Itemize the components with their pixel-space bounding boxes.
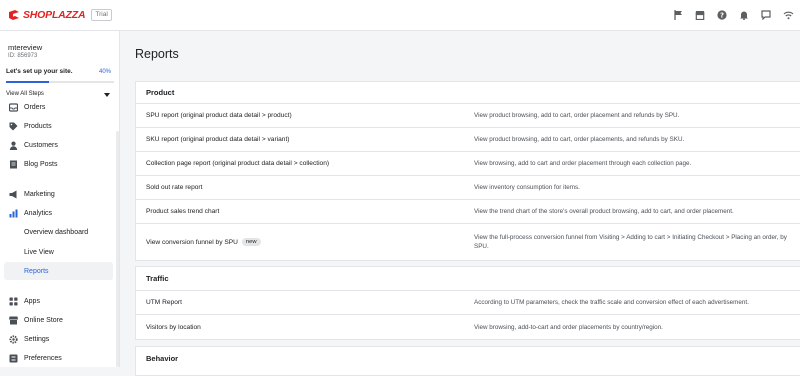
report-row-spu[interactable]: SPU report (original product data detail… <box>136 104 800 128</box>
report-row-sold-out[interactable]: Sold out rate report View inventory cons… <box>136 176 800 200</box>
sidebar-item-label: Apps <box>24 297 40 305</box>
sidebar-item-label: Settings <box>24 335 50 343</box>
report-description: View browsing, add-to-cart and order pla… <box>474 323 663 331</box>
sidebar-item-blog-posts[interactable]: Blog Posts <box>0 155 113 173</box>
person-icon <box>8 140 18 150</box>
orders-icon <box>8 102 18 112</box>
store-id: ID: 856973 <box>8 53 38 59</box>
trial-badge: Trial <box>91 9 112 21</box>
report-description: View product browsing, add to cart, orde… <box>474 112 680 119</box>
setup-progress-bar <box>6 81 114 83</box>
report-row-conversion-funnel[interactable]: View conversion funnel by SPU new View t… <box>136 224 800 260</box>
report-name[interactable]: SPU report (original product data detail… <box>146 112 474 119</box>
store-icon[interactable] <box>694 8 706 22</box>
sidebar-item-preferences[interactable]: Preferences <box>0 349 113 367</box>
product-section: Product SPU report (original product dat… <box>135 81 800 261</box>
page-title: Reports <box>135 47 179 61</box>
report-name[interactable]: Collection page report (original product… <box>146 160 474 167</box>
sidebar-item-products[interactable]: Products <box>0 117 113 135</box>
sidebar-item-label: Customers <box>24 141 58 149</box>
preferences-icon <box>8 353 18 363</box>
sidebar-item-label: Orders <box>24 103 46 111</box>
sidebar-item-label: Blog Posts <box>24 160 58 168</box>
sidebar-item-label: Live View <box>24 248 54 256</box>
report-row-sku[interactable]: SKU report (original product data detail… <box>136 128 800 152</box>
report-row-sales-trend[interactable]: Product sales trend chart View the trend… <box>136 200 800 224</box>
sidebar-item-label: Overview dashboard <box>24 228 89 236</box>
setup-percent: 40% <box>99 69 112 75</box>
report-name[interactable]: SKU report (original product data detail… <box>146 136 474 143</box>
section-title: Behavior <box>146 353 179 363</box>
sidebar-item-label: Marketing <box>24 190 55 198</box>
apps-icon <box>8 296 18 306</box>
report-name[interactable]: Product sales trend chart <box>146 208 474 215</box>
main-content: Reports Product SPU report (original pro… <box>120 31 800 376</box>
report-name[interactable]: Visitors by location <box>146 324 474 331</box>
section-title: Traffic <box>136 267 800 291</box>
report-description: According to UTM parameters, check the t… <box>474 299 749 306</box>
report-row-utm[interactable]: UTM Report According to UTM parameters, … <box>136 291 800 315</box>
sidebar-item-settings[interactable]: Settings <box>0 330 113 348</box>
document-icon <box>8 159 18 169</box>
bar-chart-icon <box>8 208 18 218</box>
top-icons: ? <box>672 8 794 22</box>
setup-label: Let's set up your site. <box>6 68 73 75</box>
report-description: View browsing, add to cart and order pla… <box>474 160 692 167</box>
report-row-visitors-location[interactable]: Visitors by location View browsing, add-… <box>136 315 800 339</box>
store-name[interactable]: mtereview <box>8 43 42 52</box>
flag-icon[interactable] <box>672 8 684 22</box>
top-bar: SHOPLAZZA Trial ? <box>0 0 800 31</box>
sidebar-item-reports[interactable]: Reports <box>4 262 113 280</box>
logo-mark-icon <box>8 9 20 21</box>
sidebar-item-customers[interactable]: Customers <box>0 136 113 154</box>
traffic-section: Traffic UTM Report According to UTM para… <box>135 266 800 340</box>
bell-icon[interactable] <box>738 8 750 22</box>
report-name-wrap[interactable]: View conversion funnel by SPU new <box>146 238 474 246</box>
sidebar-item-marketing[interactable]: Marketing <box>0 185 113 203</box>
store-icon <box>8 315 18 325</box>
report-row-collection[interactable]: Collection page report (original product… <box>136 152 800 176</box>
setup-progress-fill <box>6 81 50 83</box>
brand-name: SHOPLAZZA <box>23 9 86 21</box>
section-title: Product <box>136 82 800 104</box>
report-description: View inventory consumption for items. <box>474 184 580 191</box>
sidebar-item-online-store[interactable]: Online Store <box>0 311 113 329</box>
sidebar-item-label: Analytics <box>24 209 53 217</box>
new-badge: new <box>241 238 261 246</box>
view-all-steps-link[interactable]: View All Steps <box>6 91 44 97</box>
logo[interactable]: SHOPLAZZA <box>8 9 86 21</box>
chat-icon[interactable] <box>760 8 772 22</box>
help-icon[interactable]: ? <box>716 8 728 22</box>
sidebar-scrollbar[interactable] <box>116 131 119 367</box>
gear-icon <box>8 334 18 344</box>
report-name[interactable]: View conversion funnel by SPU <box>146 239 238 246</box>
megaphone-icon <box>8 189 18 199</box>
report-description: View the trend chart of the store's over… <box>474 208 734 215</box>
behavior-section: Behavior <box>135 346 800 376</box>
sidebar-item-analytics[interactable]: Analytics <box>0 204 113 222</box>
sidebar: mtereview ID: 856973 Let's set up your s… <box>0 31 120 367</box>
sidebar-item-label: Preferences <box>24 354 62 362</box>
report-description: View product browsing, add to cart, orde… <box>474 136 685 143</box>
svg-text:?: ? <box>720 12 724 20</box>
sidebar-item-live-view[interactable]: Live View <box>0 243 113 261</box>
tag-icon <box>8 121 18 131</box>
wifi-icon[interactable] <box>782 8 794 22</box>
report-description: View the full-process conversion funnel … <box>474 234 787 250</box>
sidebar-item-apps[interactable]: Apps <box>0 292 113 310</box>
report-name[interactable]: UTM Report <box>146 299 474 306</box>
sidebar-item-orders[interactable]: Orders <box>0 98 113 116</box>
sidebar-item-label: Products <box>24 122 52 130</box>
sidebar-item-label: Online Store <box>24 316 63 324</box>
report-name[interactable]: Sold out rate report <box>146 184 474 191</box>
sidebar-item-label: Reports <box>24 267 49 275</box>
sidebar-item-overview-dashboard[interactable]: Overview dashboard <box>0 223 113 241</box>
